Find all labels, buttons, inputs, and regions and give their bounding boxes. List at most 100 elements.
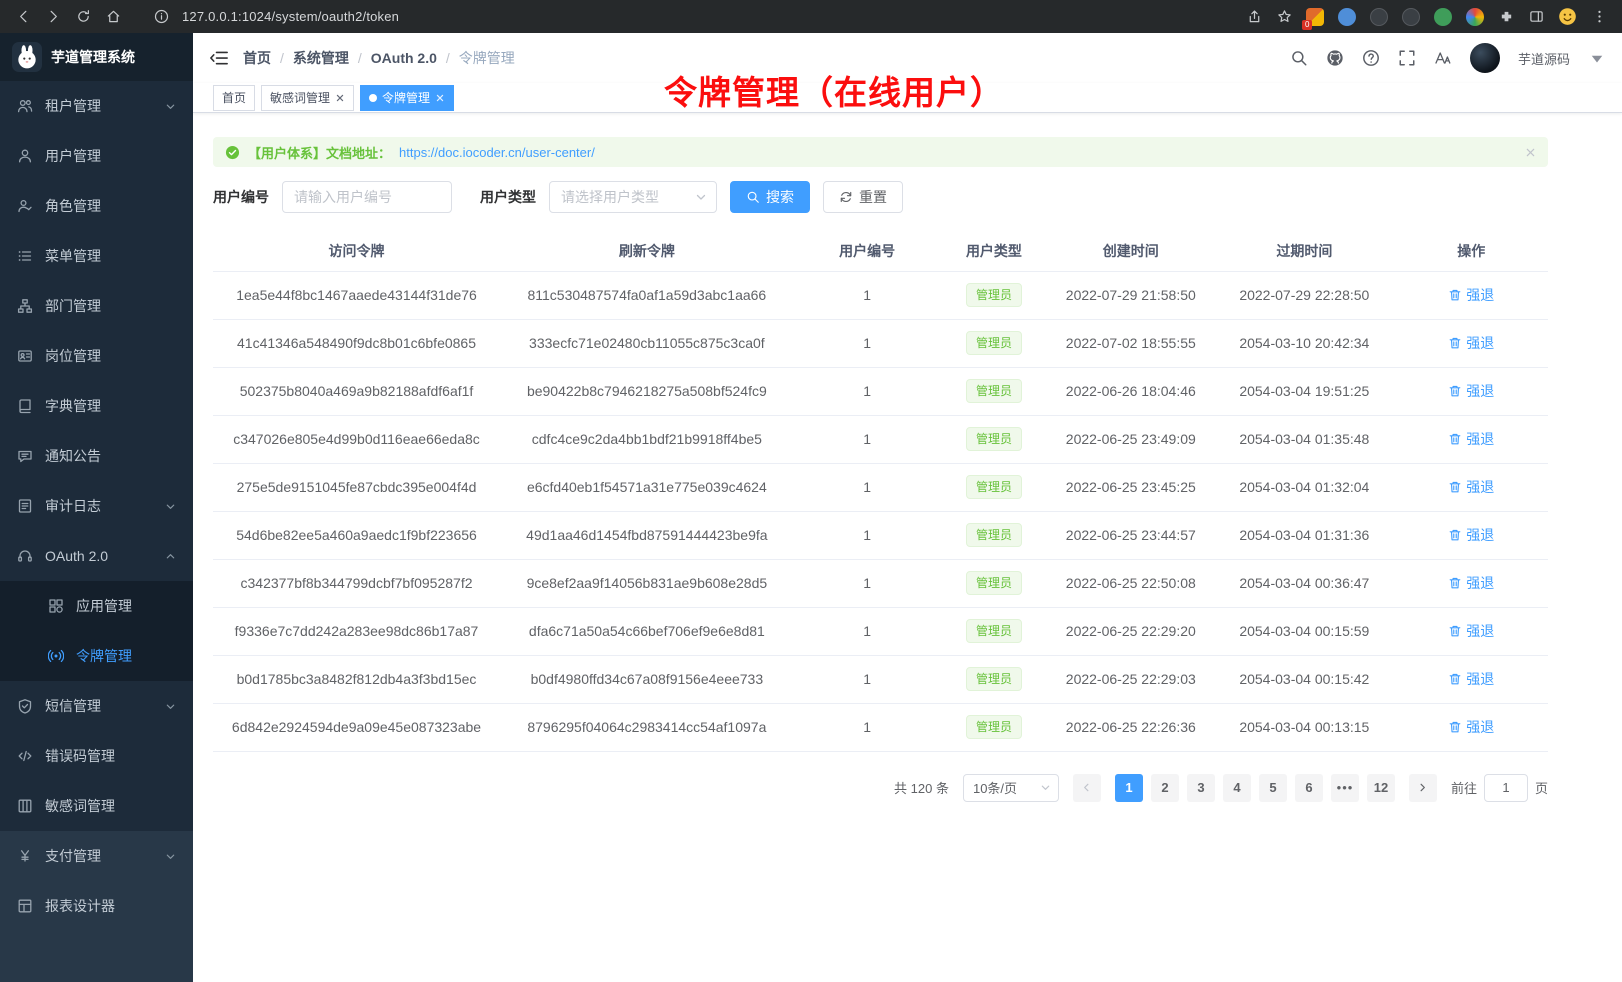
tab-令牌管理[interactable]: 令牌管理 bbox=[360, 85, 454, 111]
sidebar-item-租户管理[interactable]: 租户管理 bbox=[0, 81, 193, 131]
page-button-3[interactable]: 3 bbox=[1187, 774, 1215, 802]
sidebar-item-通知公告[interactable]: 通知公告 bbox=[0, 431, 193, 481]
breadcrumb-item[interactable]: 系统管理 bbox=[293, 48, 349, 68]
profile-avatar-icon[interactable] bbox=[1558, 7, 1577, 26]
force-logout-button[interactable]: 强退 bbox=[1448, 669, 1494, 689]
table-row: 54d6be82ee5a460a9aedc1f9bf22365649d1aa46… bbox=[213, 511, 1548, 559]
access-token-cell: 54d6be82ee5a460a9aedc1f9bf223656 bbox=[213, 511, 500, 559]
refresh-token-cell: b0df4980ffd34c67a08f9156e4eee733 bbox=[500, 655, 794, 703]
sidebar-item-label: 审计日志 bbox=[45, 496, 153, 516]
prev-page-button[interactable] bbox=[1073, 774, 1101, 802]
tab-首页[interactable]: 首页 bbox=[213, 85, 255, 111]
goto-page: 前往 页 bbox=[1451, 774, 1548, 802]
extension-icon[interactable] bbox=[1338, 8, 1356, 26]
sidebar-item-审计日志[interactable]: 审计日志 bbox=[0, 481, 193, 531]
chevron-up-icon bbox=[165, 551, 176, 562]
user-id-cell: 1 bbox=[794, 319, 941, 367]
bookmark-star-icon[interactable] bbox=[1271, 4, 1297, 30]
user-id-input[interactable] bbox=[282, 181, 452, 213]
force-logout-button[interactable]: 强退 bbox=[1448, 381, 1494, 401]
force-logout-button[interactable]: 强退 bbox=[1448, 333, 1494, 353]
search-icon[interactable] bbox=[1290, 49, 1308, 67]
sidebar-item-应用管理[interactable]: 应用管理 bbox=[0, 581, 193, 631]
access-token-cell: 6d842e2924594de9a09e45e087323abe bbox=[213, 703, 500, 751]
browser-menu-icon[interactable] bbox=[1586, 4, 1612, 30]
extension-icon[interactable]: 0 bbox=[1306, 8, 1324, 26]
force-logout-button[interactable]: 强退 bbox=[1448, 525, 1494, 545]
sidebar-item-令牌管理[interactable]: 令牌管理 bbox=[0, 631, 193, 681]
page-size-select[interactable]: 10条/页 bbox=[963, 774, 1059, 802]
extension-icon[interactable] bbox=[1370, 8, 1388, 26]
forward-icon[interactable] bbox=[40, 4, 66, 30]
site-info-icon[interactable] bbox=[148, 4, 174, 30]
user-id-cell: 1 bbox=[794, 463, 941, 511]
user-avatar[interactable] bbox=[1470, 43, 1500, 73]
back-icon[interactable] bbox=[10, 4, 36, 30]
breadcrumb-item[interactable]: 首页 bbox=[243, 48, 271, 68]
force-logout-button[interactable]: 强退 bbox=[1448, 621, 1494, 641]
force-logout-button[interactable]: 强退 bbox=[1448, 285, 1494, 305]
alert-close-icon[interactable] bbox=[1525, 147, 1536, 158]
goto-page-input[interactable] bbox=[1484, 774, 1528, 802]
sidebar-item-短信管理[interactable]: 短信管理 bbox=[0, 681, 193, 731]
page-button-2[interactable]: 2 bbox=[1151, 774, 1179, 802]
tab-close-icon[interactable] bbox=[335, 93, 345, 103]
force-logout-button[interactable]: 强退 bbox=[1448, 717, 1494, 737]
share-icon[interactable] bbox=[1241, 4, 1267, 30]
force-logout-label: 强退 bbox=[1466, 717, 1494, 737]
page-button-6[interactable]: 6 bbox=[1295, 774, 1323, 802]
create-time-cell: 2022-06-25 22:26:36 bbox=[1047, 703, 1214, 751]
breadcrumb-item[interactable]: OAuth 2.0 bbox=[371, 50, 437, 66]
extensions-puzzle-icon[interactable] bbox=[1493, 4, 1519, 30]
log-icon bbox=[17, 498, 33, 514]
sidebar-item-错误码管理[interactable]: 错误码管理 bbox=[0, 731, 193, 781]
extension-icon[interactable] bbox=[1434, 8, 1452, 26]
address-bar[interactable]: 127.0.0.1:1024/system/oauth2/token bbox=[138, 4, 1229, 30]
caret-down-icon[interactable] bbox=[1588, 49, 1606, 67]
user-type-select[interactable]: 请选择用户类型 bbox=[549, 181, 717, 213]
search-button-label: 搜索 bbox=[766, 187, 794, 207]
sidebar-item-岗位管理[interactable]: 岗位管理 bbox=[0, 331, 193, 381]
help-icon[interactable] bbox=[1362, 49, 1380, 67]
reset-button[interactable]: 重置 bbox=[823, 181, 903, 213]
sidebar-item-字典管理[interactable]: 字典管理 bbox=[0, 381, 193, 431]
github-icon[interactable] bbox=[1326, 49, 1344, 67]
side-panel-icon[interactable] bbox=[1523, 4, 1549, 30]
sidebar-item-支付管理[interactable]: 支付管理 bbox=[0, 831, 193, 881]
next-page-button[interactable] bbox=[1409, 774, 1437, 802]
page-button-4[interactable]: 4 bbox=[1223, 774, 1251, 802]
force-logout-button[interactable]: 强退 bbox=[1448, 429, 1494, 449]
reload-icon[interactable] bbox=[70, 4, 96, 30]
sidebar-item-用户管理[interactable]: 用户管理 bbox=[0, 131, 193, 181]
extension-badge: 0 bbox=[1302, 20, 1312, 30]
page-button-1[interactable]: 1 bbox=[1115, 774, 1143, 802]
extension-icon[interactable] bbox=[1402, 8, 1420, 26]
sidebar-item-部门管理[interactable]: 部门管理 bbox=[0, 281, 193, 331]
force-logout-button[interactable]: 强退 bbox=[1448, 573, 1494, 593]
create-time-cell: 2022-06-25 22:50:08 bbox=[1047, 559, 1214, 607]
user-type-badge: 管理员 bbox=[966, 523, 1022, 547]
sidebar-item-角色管理[interactable]: 角色管理 bbox=[0, 181, 193, 231]
page-ellipsis[interactable]: ••• bbox=[1331, 774, 1359, 802]
tab-敏感词管理[interactable]: 敏感词管理 bbox=[261, 85, 354, 111]
page-button-12[interactable]: 12 bbox=[1367, 774, 1395, 802]
font-size-icon[interactable] bbox=[1434, 49, 1452, 67]
page-button-5[interactable]: 5 bbox=[1259, 774, 1287, 802]
user-name[interactable]: 芋道源码 bbox=[1518, 49, 1570, 68]
home-icon[interactable] bbox=[100, 4, 126, 30]
sidebar-item-敏感词管理[interactable]: 敏感词管理 bbox=[0, 781, 193, 831]
app-logo[interactable]: 芋道管理系统 bbox=[0, 33, 193, 81]
sidebar-fold-icon[interactable] bbox=[209, 48, 229, 68]
sidebar-item-label: 支付管理 bbox=[45, 846, 153, 866]
create-time-cell: 2022-07-02 18:55:55 bbox=[1047, 319, 1214, 367]
sidebar-item-OAuth 2.0[interactable]: OAuth 2.0 bbox=[0, 531, 193, 581]
tab-close-icon[interactable] bbox=[435, 93, 445, 103]
search-button[interactable]: 搜索 bbox=[730, 181, 810, 213]
trash-icon bbox=[1448, 336, 1462, 350]
force-logout-button[interactable]: 强退 bbox=[1448, 477, 1494, 497]
extension-icon[interactable] bbox=[1466, 8, 1484, 26]
sidebar-item-报表设计器[interactable]: 报表设计器 bbox=[0, 881, 193, 931]
alert-link[interactable]: https://doc.iocoder.cn/user-center/ bbox=[399, 145, 595, 160]
fullscreen-icon[interactable] bbox=[1398, 49, 1416, 67]
sidebar-item-菜单管理[interactable]: 菜单管理 bbox=[0, 231, 193, 281]
